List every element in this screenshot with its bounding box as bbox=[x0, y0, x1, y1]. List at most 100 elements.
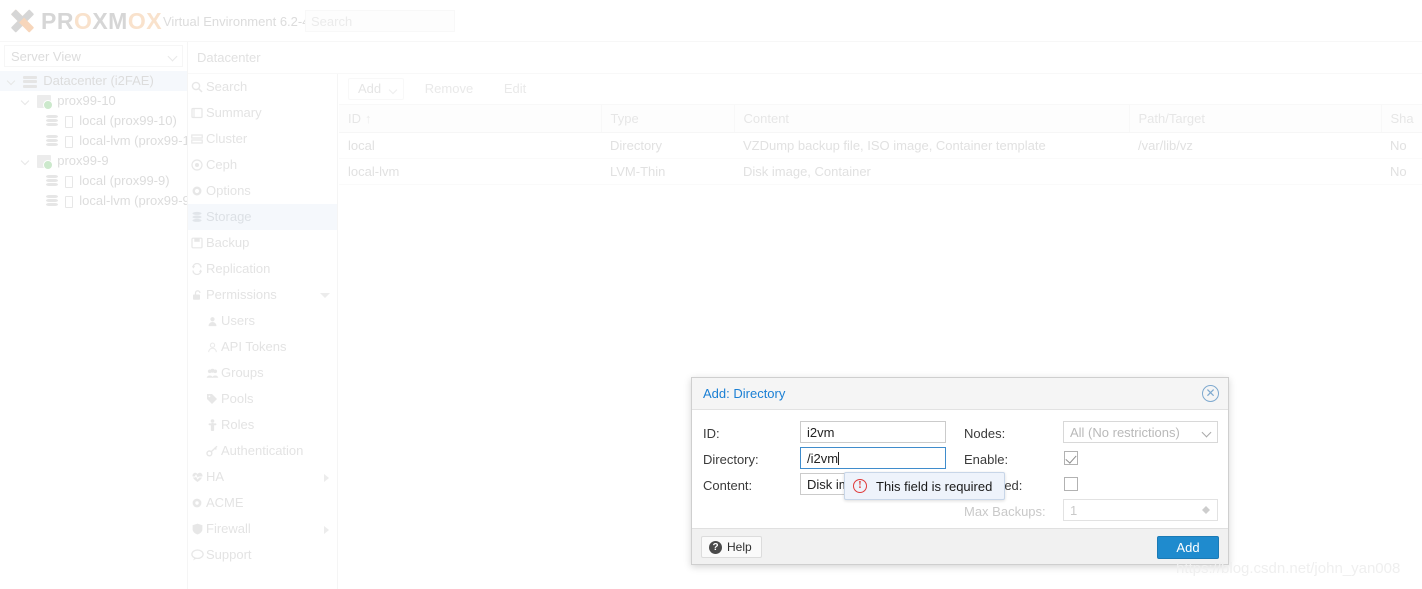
close-icon[interactable]: ✕ bbox=[1202, 385, 1219, 402]
table-row[interactable]: local Directory VZDump backup file, ISO … bbox=[339, 132, 1422, 159]
cell-shared: No bbox=[1381, 158, 1422, 185]
nodes-select[interactable]: All (No restrictions) bbox=[1063, 421, 1218, 443]
roles-icon bbox=[203, 412, 221, 438]
field-row-nodes: Nodes: bbox=[964, 423, 1005, 446]
nav-item-users[interactable]: Users bbox=[188, 308, 337, 334]
column-header-type[interactable]: Type bbox=[601, 105, 735, 133]
twisty-icon[interactable] bbox=[20, 96, 32, 108]
column-header-id[interactable]: ID ↑ bbox=[339, 105, 602, 133]
tree-item-label: prox99-9 bbox=[57, 153, 109, 168]
nodes-select-value: All (No restrictions) bbox=[1070, 425, 1180, 440]
chevron-right-icon[interactable] bbox=[324, 526, 329, 534]
field-row-enable: Enable: bbox=[964, 449, 1008, 472]
nav-item-cluster[interactable]: Cluster bbox=[188, 126, 337, 152]
proxmox-wordmark: PROXMOX bbox=[41, 8, 163, 34]
shared-checkbox[interactable] bbox=[1064, 477, 1078, 491]
document-icon bbox=[64, 175, 73, 188]
nav-item-label: Storage bbox=[206, 209, 252, 224]
field-row-directory: Directory: bbox=[703, 449, 759, 472]
nav-item-search[interactable]: Search bbox=[188, 74, 337, 100]
nav-item-label: API Tokens bbox=[221, 339, 287, 354]
table-row[interactable]: local-lvm LVM-Thin Disk image, Container… bbox=[339, 158, 1422, 185]
add-directory-dialog: Add: Directory ✕ ID: i2vm Directory: /i2… bbox=[691, 377, 1229, 565]
node-icon bbox=[36, 155, 53, 171]
nav-item-options[interactable]: Options bbox=[188, 178, 337, 204]
nav-item-groups[interactable]: Groups bbox=[188, 360, 337, 386]
nav-item-ha[interactable]: HA bbox=[188, 464, 337, 490]
text-caret bbox=[838, 452, 840, 465]
view-selector-label: Server View bbox=[11, 49, 81, 64]
search-icon bbox=[188, 74, 206, 100]
tree-item-label: local-lvm (prox99-9) bbox=[79, 193, 187, 208]
max-backups-stepper[interactable]: 1 bbox=[1063, 499, 1218, 521]
nav-item-label: Replication bbox=[206, 261, 271, 276]
search-input[interactable]: Search bbox=[305, 10, 455, 32]
storage-icon bbox=[188, 204, 206, 230]
tree-item-label: Datacenter (i2FAE) bbox=[43, 73, 154, 88]
question-mark-icon: ? bbox=[709, 540, 722, 554]
help-button[interactable]: ? Help bbox=[701, 536, 762, 558]
enable-checkbox[interactable] bbox=[1064, 451, 1078, 465]
dialog-add-button[interactable]: Add bbox=[1157, 536, 1219, 559]
nav-item-api-tokens[interactable]: API Tokens bbox=[188, 334, 337, 360]
nav-item-pools[interactable]: Pools bbox=[188, 386, 337, 412]
shield-icon bbox=[188, 516, 206, 542]
nav-item-acme[interactable]: ACME bbox=[188, 490, 337, 516]
content-label: Content: bbox=[703, 478, 753, 493]
tag-icon bbox=[203, 386, 221, 412]
nav-item-authentication[interactable]: Authentication bbox=[188, 438, 337, 464]
column-header-path-target[interactable]: Path/Target bbox=[1129, 105, 1382, 133]
nav-item-label: Backup bbox=[206, 235, 250, 250]
nav-item-ceph[interactable]: Ceph bbox=[188, 152, 337, 178]
validation-tooltip: ! This field is required bbox=[844, 472, 1006, 500]
document-icon bbox=[64, 195, 73, 208]
storage-icon bbox=[46, 195, 58, 208]
tree-item-datacenter[interactable]: Datacenter (i2FAE) bbox=[0, 71, 187, 91]
nav-item-firewall[interactable]: Firewall bbox=[188, 516, 337, 542]
tree-item-local-lvm-prox99-9[interactable]: local-lvm (prox99-9) bbox=[0, 191, 187, 211]
proxmox-logo[interactable]: PROXMOX bbox=[10, 7, 162, 35]
nav-item-summary[interactable]: Summary bbox=[188, 100, 337, 126]
cell-path bbox=[1129, 158, 1381, 185]
id-label: ID: bbox=[703, 426, 720, 441]
tree-item-local-prox99-9[interactable]: local (prox99-9) bbox=[0, 171, 187, 191]
field-row-max-backups: Max Backups: bbox=[964, 501, 1046, 524]
tree-item-prox99-10[interactable]: prox99-10 bbox=[0, 91, 187, 111]
add-storage-button[interactable]: Add bbox=[348, 78, 405, 100]
chevron-down-icon bbox=[167, 51, 178, 62]
key-icon bbox=[203, 438, 221, 464]
groups-icon bbox=[203, 360, 221, 386]
directory-input[interactable]: /i2vm bbox=[800, 447, 946, 469]
stepper-down-icon[interactable] bbox=[1202, 510, 1210, 515]
column-header-content[interactable]: Content bbox=[734, 105, 1130, 133]
table-header-row: ID ↑ Type Content Path/Target Sha bbox=[339, 105, 1422, 133]
twisty-icon[interactable] bbox=[20, 156, 32, 168]
nav-item-roles[interactable]: Roles bbox=[188, 412, 337, 438]
chevron-right-icon[interactable] bbox=[324, 474, 329, 482]
tree-item-label: local-lvm (prox99-10) bbox=[79, 133, 187, 148]
datacenter-icon bbox=[22, 75, 37, 88]
resource-tree: Datacenter (i2FAE) prox99-10 local (prox… bbox=[0, 71, 187, 211]
view-selector[interactable]: Server View bbox=[4, 45, 183, 67]
nav-item-backup[interactable]: Backup bbox=[188, 230, 337, 256]
chevron-down-icon[interactable] bbox=[320, 293, 330, 298]
id-input[interactable]: i2vm bbox=[800, 421, 946, 443]
dialog-header[interactable]: Add: Directory ✕ bbox=[692, 378, 1228, 410]
heartbeat-icon bbox=[188, 464, 206, 490]
nav-item-permissions[interactable]: Permissions bbox=[188, 282, 337, 308]
cell-type: LVM-Thin bbox=[601, 158, 734, 185]
tree-item-local-lvm-prox99-10[interactable]: local-lvm (prox99-10) bbox=[0, 131, 187, 151]
node-icon bbox=[36, 95, 53, 111]
nav-item-label: HA bbox=[206, 469, 225, 484]
remove-storage-button[interactable]: Remove bbox=[414, 78, 484, 100]
nav-item-storage[interactable]: Storage bbox=[188, 204, 337, 230]
nav-item-support[interactable]: Support bbox=[188, 542, 337, 568]
tree-item-prox99-9[interactable]: prox99-9 bbox=[0, 151, 187, 171]
twisty-icon[interactable] bbox=[6, 76, 18, 88]
cell-content: Disk image, Container bbox=[734, 158, 1129, 185]
tree-item-local-prox99-10[interactable]: local (prox99-10) bbox=[0, 111, 187, 131]
nav-item-replication[interactable]: Replication bbox=[188, 256, 337, 282]
edit-storage-button[interactable]: Edit bbox=[493, 78, 537, 100]
column-header-shared[interactable]: Sha bbox=[1381, 105, 1422, 133]
replication-icon bbox=[188, 256, 206, 282]
